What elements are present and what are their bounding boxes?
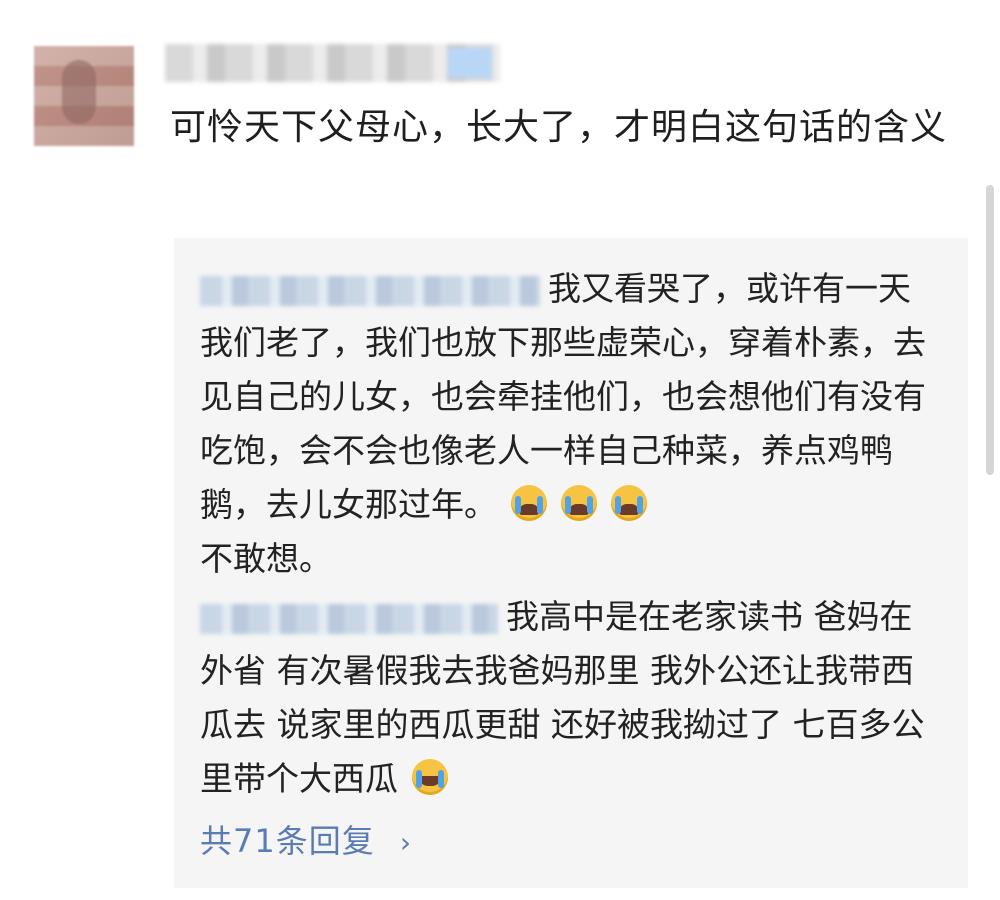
reply-1-text: 我又看哭了，或许有一天我们老了，我们也放下那些虚荣心，穿着朴素，去见自己的儿女，… — [200, 269, 926, 524]
chevron-right-icon[interactable]: › — [400, 826, 412, 859]
crying-face-icon — [611, 485, 647, 521]
more-replies-label[interactable]: 共71条回复 — [200, 822, 375, 860]
laughing-crying-icon — [412, 759, 448, 795]
blurred-reply-user[interactable] — [200, 603, 498, 634]
reply-1: 我又看哭了，或许有一天我们老了，我们也放下那些虚荣心，穿着朴素，去见自己的儿女，… — [200, 262, 940, 586]
blurred-username[interactable] — [165, 44, 500, 82]
comment-text: 可怜天下父母心，长大了，才明白这句话的含义 — [170, 107, 948, 148]
avatar[interactable] — [34, 46, 134, 146]
reply-2: 我高中是在老家读书 爸妈在外省 有次暑假我去我爸妈那里 我外公还让我带西瓜去 说… — [200, 590, 940, 806]
blurred-reply-user[interactable] — [200, 275, 540, 306]
reply-1-tail: 不敢想。 — [200, 539, 332, 578]
crying-face-icon — [561, 485, 597, 521]
scrollbar[interactable] — [986, 185, 994, 475]
crying-face-icon — [511, 485, 547, 521]
more-replies-button[interactable]: 共71条回复 › — [200, 816, 412, 862]
